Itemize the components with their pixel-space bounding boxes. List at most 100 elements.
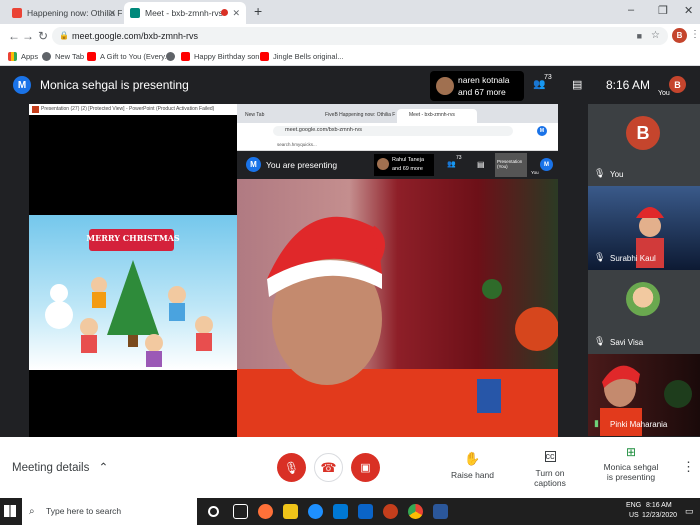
- bookmark-label: New Tab: [55, 52, 85, 61]
- participant-name: naren kotnala: [458, 75, 510, 85]
- new-tab-button[interactable]: +: [254, 3, 262, 19]
- inner-tab: FiveB Happening now: Othilia F: [325, 112, 396, 118]
- inner-presentation-tile: Presentation (You): [495, 153, 527, 177]
- inner-tab: New Tab: [245, 112, 265, 118]
- bookmark-apps[interactable]: Apps: [8, 52, 38, 61]
- captions-button[interactable]: cc Turn on captions: [520, 451, 580, 488]
- mic-off-icon: 🎙: [594, 168, 606, 178]
- gmail-icon: [12, 8, 22, 18]
- store-icon[interactable]: [333, 504, 348, 519]
- taskbar-search-input[interactable]: ⌕ Type here to search: [22, 498, 197, 525]
- presenter-video-image: [237, 216, 558, 437]
- presenting-label-2: is presenting: [606, 472, 656, 482]
- meeting-details-button[interactable]: Meeting details ⌃: [12, 460, 108, 474]
- captions-icon: cc: [544, 451, 556, 462]
- close-icon[interactable]: ✕: [232, 8, 240, 19]
- end-call-button[interactable]: ☎: [314, 453, 343, 482]
- participant-tile-savi: 🎙 Savi Visa: [588, 270, 700, 354]
- mail-icon[interactable]: [358, 504, 373, 519]
- tile-name: Surabhi Kaul: [610, 254, 656, 263]
- meet-top-bar: M Monica sehgal is presenting naren kotn…: [0, 66, 700, 104]
- camera-icon[interactable]: ■: [637, 27, 642, 45]
- taskbar-clock[interactable]: 8:16 AM: [646, 502, 672, 509]
- forward-icon[interactable]: →: [22, 29, 34, 43]
- inner-address-row: meet.google.com/bxb-zmnh-rvs M: [237, 123, 558, 139]
- notifications-icon[interactable]: ▭: [685, 506, 694, 517]
- bookmark-birthday[interactable]: Happy Birthday son...: [181, 52, 266, 61]
- chat-icon[interactable]: ▤: [572, 78, 582, 91]
- edge-icon[interactable]: [308, 504, 323, 519]
- bookmark-gift[interactable]: A Gift to You (Every...: [87, 52, 171, 61]
- self-label: You: [658, 90, 670, 97]
- inner-browser-window: New Tab FiveB Happening now: Othilia F M…: [237, 104, 558, 437]
- bookmark-jingle[interactable]: Jingle Bells original...: [260, 52, 343, 61]
- taskbar-date: 12/23/2020: [642, 512, 678, 519]
- presenting-button[interactable]: ⊞ Monica sehgal is presenting: [600, 445, 662, 482]
- url-input[interactable]: 🔒 meet.google.com/bxb-zmnh-rvs ■ ☆: [52, 27, 668, 45]
- powerpoint-titlebar: Presentation (27) (2) [Protected View] -…: [29, 104, 237, 115]
- windows-start-icon[interactable]: [4, 505, 16, 517]
- windows-taskbar: ⌕ Type here to search ENG US 8:16 AM 12/…: [0, 498, 700, 525]
- tab-meet[interactable]: Meet - bxb-zmnh-rvs ✕: [124, 2, 246, 24]
- tile-name: Savi Visa: [610, 338, 644, 347]
- participant-tile-pinki: ▮ Pinki Maharania: [588, 354, 700, 436]
- inner-bookmarks: search.hmyquicks...: [237, 139, 558, 151]
- minimize-icon[interactable]: –: [628, 4, 634, 16]
- close-icon[interactable]: ✕: [108, 8, 116, 19]
- profile-avatar[interactable]: B: [672, 28, 687, 43]
- inner-people-icon: 👥: [447, 161, 456, 168]
- search-icon: ⌕: [29, 506, 35, 517]
- captions-label: Turn on captions: [534, 468, 566, 488]
- participant-more: and 67 more: [458, 87, 506, 97]
- url-text: meet.google.com/bxb-zmnh-rvs: [72, 31, 199, 41]
- inner-self-avatar: M: [540, 158, 553, 171]
- task-view-icon[interactable]: [233, 504, 248, 519]
- inner-tab-active: Meet - bxb-zmnh-rvs: [397, 109, 477, 123]
- camera-toggle-button[interactable]: ▣: [351, 453, 380, 482]
- powerpoint-taskbar-icon[interactable]: [383, 504, 398, 519]
- powerpoint-window: Presentation (27) (2) [Protected View] -…: [29, 104, 237, 437]
- raise-hand-button[interactable]: ✋ Raise hand: [450, 451, 495, 480]
- tab-happening-now[interactable]: Happening now: Othilia Fernand ✕: [6, 2, 122, 24]
- self-avatar[interactable]: B: [669, 76, 686, 93]
- shared-screen: Presentation (27) (2) [Protected View] -…: [29, 104, 558, 437]
- language-region: US: [629, 512, 639, 519]
- file-explorer-icon[interactable]: [283, 504, 298, 519]
- language-indicator[interactable]: ENG: [626, 502, 641, 509]
- presenter-video: [237, 179, 558, 437]
- slide-title: MERRY CHRISTMAS: [86, 233, 180, 243]
- participants-summary[interactable]: naren kotnala and 67 more: [430, 71, 524, 101]
- inner-tab-strip: New Tab FiveB Happening now: Othilia F M…: [237, 104, 558, 123]
- inner-participant-more: and 69 more: [392, 166, 423, 172]
- cortana-icon[interactable]: [208, 506, 219, 517]
- participant-thumbnail: [436, 77, 454, 95]
- restore-icon[interactable]: ❐: [658, 4, 668, 17]
- meet-area: M Monica sehgal is presenting naren kotn…: [0, 66, 700, 497]
- firefox-icon[interactable]: [258, 504, 273, 519]
- christmas-slide: MERRY CHRISTMAS: [29, 215, 237, 370]
- meeting-clock: 8:16 AM: [606, 78, 651, 92]
- inner-participant-thumbnail: [377, 158, 389, 170]
- bookmark-new-tab[interactable]: New Tab: [42, 52, 84, 61]
- inner-chat-icon: ▤: [477, 160, 485, 169]
- word-icon[interactable]: [433, 504, 448, 519]
- close-window-icon[interactable]: ✕: [684, 4, 693, 17]
- reload-icon[interactable]: ↻: [38, 29, 48, 43]
- chrome-icon[interactable]: [408, 504, 423, 519]
- globe-icon: [166, 52, 175, 61]
- menu-icon[interactable]: ⋮: [690, 29, 700, 40]
- inner-participant-name: Rahul Taneja: [392, 157, 425, 163]
- youtube-icon: [181, 52, 190, 61]
- bookmark-label: Happy Birthday son...: [194, 52, 266, 61]
- bookmark-label: A Gift to You (Every...: [100, 52, 171, 61]
- mic-off-icon: 🎙: [594, 336, 606, 346]
- more-options-icon[interactable]: ⋮: [682, 459, 695, 475]
- star-icon[interactable]: ☆: [651, 27, 660, 45]
- inner-you-label: You: [531, 170, 539, 175]
- back-icon[interactable]: ←: [8, 29, 20, 43]
- mic-toggle-button[interactable]: 🎙: [277, 453, 306, 482]
- participant-tile-you: B 🎙 You: [588, 104, 700, 186]
- powerpoint-title: Presentation (27) (2) [Protected View] -…: [41, 106, 215, 112]
- bookmark-globe[interactable]: [166, 52, 179, 61]
- tab-label: Meet - bxb-zmnh-rvs: [145, 8, 223, 18]
